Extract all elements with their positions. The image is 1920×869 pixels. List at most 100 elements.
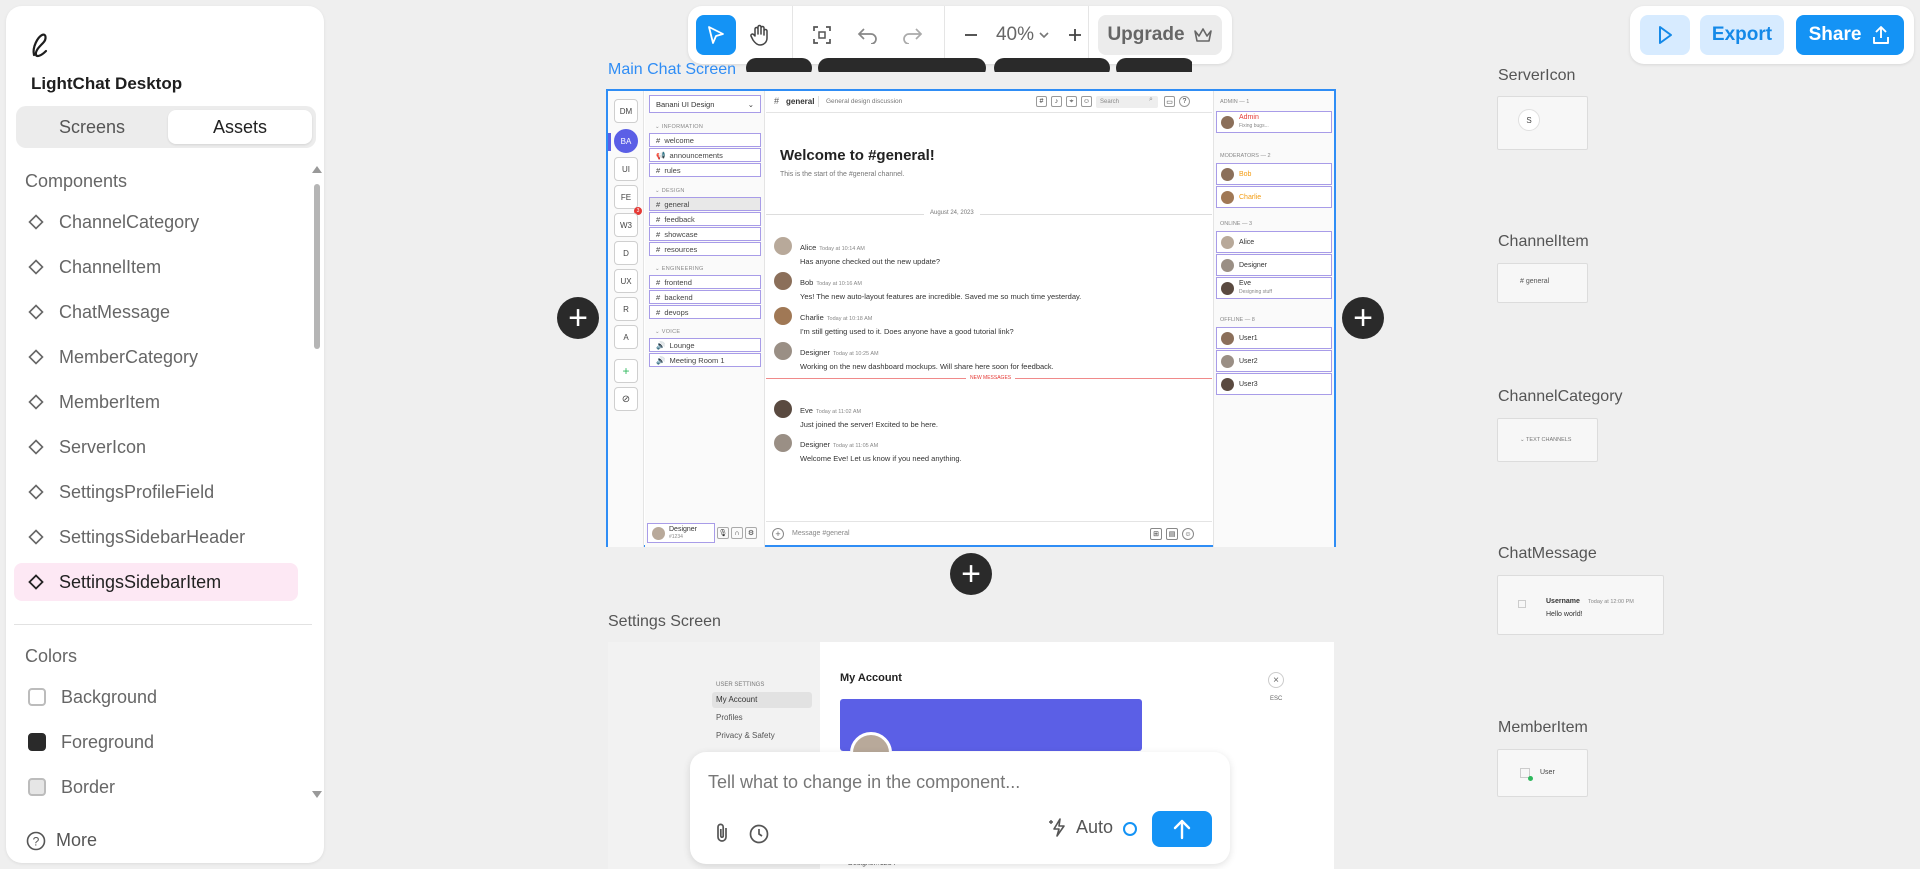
member-item[interactable]: Eve Designing stuff (1216, 277, 1332, 299)
bell-icon[interactable]: ♪ (1051, 96, 1062, 107)
voice-channel-item[interactable]: 🔊 Meeting Room 1 (649, 353, 761, 367)
user-panel[interactable]: Designer #1234 (647, 523, 715, 543)
tab-screens[interactable]: Screens (20, 110, 164, 144)
preview-label[interactable]: ChatMessage (1498, 545, 1597, 563)
channel-item[interactable]: # feedback (649, 212, 761, 226)
member-item[interactable]: Bob (1216, 163, 1332, 185)
color-item[interactable]: Border (14, 768, 298, 806)
threads-icon[interactable]: # (1036, 96, 1047, 107)
settings-item[interactable]: Privacy & Safety (716, 731, 775, 740)
select-tool-button[interactable] (696, 15, 736, 55)
member-item[interactable]: Designer (1216, 254, 1332, 276)
zoom-in-button[interactable] (1060, 15, 1090, 55)
channel-item[interactable]: # showcase (649, 227, 761, 241)
attach-plus-icon[interactable]: + (772, 528, 784, 540)
settings-frame-label[interactable]: Settings Screen (608, 613, 721, 631)
close-icon[interactable]: × (1268, 672, 1284, 688)
settings-item[interactable]: Profiles (716, 713, 743, 722)
server-icon[interactable]: R (614, 297, 638, 321)
mic-icon[interactable]: 🎙 (717, 527, 729, 539)
inbox-icon[interactable]: ▭ (1164, 96, 1175, 107)
preview-label[interactable]: ServerIcon (1498, 67, 1575, 85)
preview-play-button[interactable] (1640, 15, 1690, 55)
prompt-input[interactable]: Tell what to change in the component... (708, 772, 1020, 793)
frame-tool-chip[interactable] (994, 58, 1110, 72)
channel-item[interactable]: # welcome (649, 133, 761, 147)
main-chat-screen-frame[interactable]: DM BA UI FE 3 W3 D UX R A + ⊘ Banani UI … (606, 89, 1336, 547)
tab-assets[interactable]: Assets (168, 110, 312, 144)
channel-item[interactable]: # devops (649, 305, 761, 319)
emoji-icon[interactable]: ☺ (1182, 528, 1194, 540)
server-icon[interactable]: UX (614, 269, 638, 293)
channel-category[interactable]: ⌄ ENGINEERING (655, 266, 704, 272)
add-right-button[interactable]: + (1342, 297, 1384, 339)
gift-icon[interactable]: ⊞ (1150, 528, 1162, 540)
channel-item[interactable]: # backend (649, 290, 761, 304)
channel-item-preview[interactable]: # general (1497, 263, 1588, 303)
preview-label[interactable]: ChannelItem (1498, 233, 1589, 251)
main-frame-label[interactable]: Main Chat Screen (608, 61, 736, 79)
component-item[interactable]: ChatMessage (14, 293, 298, 331)
color-item[interactable]: Foreground (14, 723, 298, 761)
member-item[interactable]: Admin Fixing bugs... (1216, 111, 1332, 133)
redo-button[interactable] (892, 15, 932, 55)
fit-to-screen-button[interactable] (802, 15, 842, 55)
server-name-header[interactable]: Banani UI Design ⌄ (649, 95, 761, 113)
add-left-button[interactable]: + (557, 297, 599, 339)
undo-button[interactable] (848, 15, 888, 55)
gif-icon[interactable]: ▤ (1166, 528, 1178, 540)
members-icon[interactable]: ☺ (1081, 96, 1092, 107)
export-button[interactable]: Export (1700, 15, 1784, 55)
channel-item[interactable]: # rules (649, 163, 761, 177)
help-icon[interactable]: ? (1179, 96, 1190, 107)
member-item-preview[interactable]: User (1497, 749, 1588, 797)
channel-item-selected[interactable]: # general (649, 197, 761, 211)
paperclip-icon[interactable] (712, 822, 732, 844)
component-item[interactable]: MemberItem (14, 383, 298, 421)
component-item[interactable]: ServerIcon (14, 428, 298, 466)
voice-channel-item[interactable]: 🔊 Lounge (649, 338, 761, 352)
component-item[interactable]: SettingsSidebarHeader (14, 518, 298, 556)
component-item[interactable]: ChannelCategory (14, 203, 298, 241)
upgrade-button[interactable]: Upgrade (1098, 15, 1222, 55)
frame-tool-chip[interactable] (818, 58, 986, 72)
preview-label[interactable]: MemberItem (1498, 719, 1588, 737)
pin-icon[interactable]: ⌖ (1066, 96, 1077, 107)
member-item[interactable]: Alice (1216, 231, 1332, 253)
channel-item[interactable]: 📢 announcements (649, 148, 761, 162)
member-item[interactable]: User1 (1216, 327, 1332, 349)
frame-tool-chip[interactable] (1116, 58, 1192, 72)
server-icon[interactable]: FE (614, 185, 638, 209)
zoom-out-button[interactable] (956, 15, 986, 55)
history-clock-icon[interactable] (748, 823, 770, 845)
member-item[interactable]: Charlie (1216, 186, 1332, 208)
channel-item[interactable]: # resources (649, 242, 761, 256)
server-icon-preview[interactable]: S (1497, 96, 1588, 150)
settings-gear-icon[interactable]: ⚙ (745, 527, 757, 539)
preview-label[interactable]: ChannelCategory (1498, 388, 1623, 406)
server-icon[interactable]: UI (614, 157, 638, 181)
scrollbar[interactable] (310, 162, 324, 802)
settings-item-selected[interactable]: My Account (712, 692, 812, 708)
zoom-select[interactable]: 40% (986, 15, 1060, 55)
server-icon[interactable]: DM (614, 99, 638, 123)
mode-selector[interactable]: Auto (1048, 816, 1113, 838)
server-icon[interactable]: D (614, 241, 638, 265)
channel-category-preview[interactable]: ⌄ TEXT CHANNELS (1497, 418, 1598, 462)
channel-category[interactable]: ⌄ DESIGN (655, 188, 685, 194)
message-input[interactable]: Message #general (792, 530, 850, 537)
more-button[interactable]: ? More (26, 830, 97, 851)
component-item[interactable]: MemberCategory (14, 338, 298, 376)
send-button[interactable] (1152, 811, 1212, 847)
color-item[interactable]: Background (14, 678, 298, 716)
add-below-button[interactable]: + (950, 553, 992, 595)
server-icon[interactable]: A (614, 325, 638, 349)
component-item[interactable]: SettingsProfileField (14, 473, 298, 511)
share-button[interactable]: Share (1796, 15, 1904, 55)
member-item[interactable]: User2 (1216, 350, 1332, 372)
component-item[interactable]: ChannelItem (14, 248, 298, 286)
explore-compass-icon[interactable]: ⊘ (614, 387, 638, 411)
channel-category[interactable]: ⌄ INFORMATION (655, 124, 703, 130)
server-icon-active[interactable]: BA (614, 129, 638, 153)
channel-category[interactable]: ⌄ VOICE (655, 329, 680, 335)
